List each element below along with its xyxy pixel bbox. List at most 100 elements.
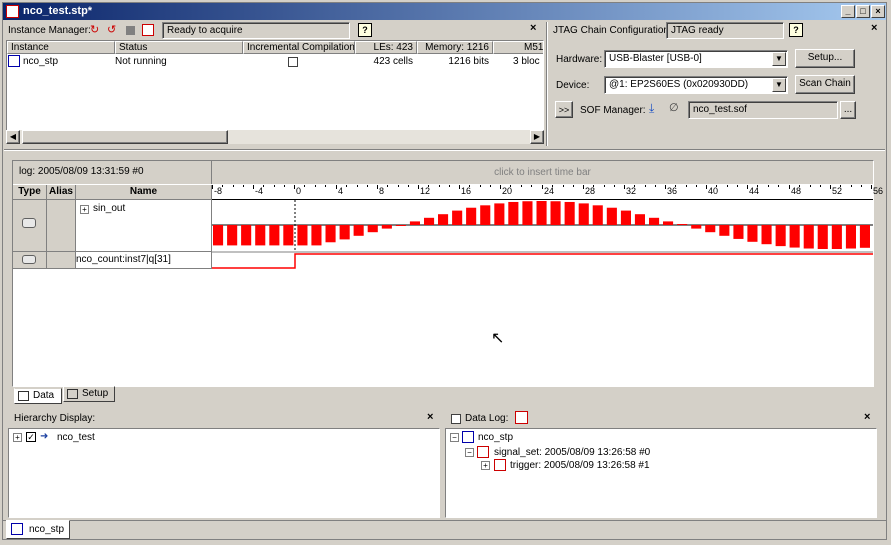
expand-node-icon[interactable]: + [13, 433, 22, 442]
chevron-down-icon[interactable]: ▼ [772, 52, 786, 66]
row-memory: 1216 bits [448, 56, 489, 67]
hardware-label: Hardware: [556, 54, 603, 65]
setup-button[interactable]: Setup... [795, 49, 855, 68]
signal-row-sin-out[interactable]: + sin_out [76, 200, 212, 252]
ruler-tick-label: 56 [873, 186, 884, 196]
waveform-sample-bar [761, 225, 772, 245]
ruler-tick [665, 185, 666, 189]
ruler-tick-label: 24 [544, 186, 555, 196]
help-icon[interactable]: ? [358, 23, 372, 37]
hierarchy-title: Hierarchy Display: [14, 413, 96, 424]
scroll-right-button[interactable]: ▶ [530, 130, 544, 144]
col-memory[interactable]: Memory: 1216 [417, 41, 493, 54]
chevron-down-icon[interactable]: ▼ [772, 78, 786, 92]
autorun-analysis-icon[interactable]: ↺ [107, 24, 119, 36]
log-item-trigger[interactable]: trigger: 2005/08/09 13:26:58 #1 [510, 460, 650, 472]
row-status: Not running [115, 56, 167, 67]
device-select[interactable]: @1: EP2S60ES (0x020930DD) ▼ [604, 76, 788, 94]
ruler-minor-tick [408, 185, 409, 187]
ruler-minor-tick [757, 185, 758, 187]
hierarchy-root[interactable]: nco_test [57, 432, 95, 444]
scroll-thumb[interactable] [22, 130, 228, 144]
log-item-signal-set[interactable]: signal_set: 2005/08/09 13:26:58 #0 [494, 447, 650, 459]
ruler-minor-tick [552, 185, 553, 187]
log-item-instance[interactable]: nco_stp [478, 432, 513, 444]
waveform-sample-bar [297, 225, 308, 246]
col-instance[interactable]: Instance [7, 41, 115, 54]
device-label: Device: [556, 80, 590, 91]
instance-scrollbar[interactable]: ◀ ▶ [6, 130, 544, 144]
ruler-minor-tick [449, 185, 450, 187]
read-data-icon[interactable] [142, 24, 154, 36]
collapse-node-icon[interactable]: − [450, 433, 459, 442]
ruler-tick-label: 36 [667, 186, 678, 196]
incremental-checkbox[interactable] [288, 57, 298, 67]
col-name[interactable]: Name [76, 185, 212, 200]
instance-icon [462, 431, 474, 443]
col-les[interactable]: LEs: 423 [355, 41, 417, 54]
expand-node-icon[interactable]: + [481, 461, 490, 470]
waveform-canvas[interactable] [212, 200, 873, 270]
col-alias[interactable]: Alias [47, 185, 76, 200]
data-log-options-icon[interactable] [515, 411, 528, 424]
attach-file-icon[interactable]: ∅ [669, 101, 679, 115]
stop-analysis-icon[interactable] [126, 26, 135, 35]
instance-manager-close-icon[interactable]: × [530, 22, 536, 34]
waveform-sample-bar [859, 225, 870, 248]
waveform-sample-bar [409, 221, 420, 225]
table-row[interactable]: nco_stp Not running 423 cells 1216 bits … [7, 55, 543, 68]
instance-icon [11, 523, 23, 535]
ruler-minor-tick [346, 185, 347, 187]
ruler-minor-tick [686, 185, 687, 187]
time-bar-area[interactable]: click to insert time bar [212, 161, 873, 184]
hardware-select[interactable]: USB-Blaster [USB-0] ▼ [604, 50, 788, 68]
node-checkbox[interactable]: ✓ [26, 432, 36, 442]
tab-setup[interactable]: Setup [63, 386, 115, 402]
ruler-tick-label: 16 [461, 186, 472, 196]
ruler-minor-tick [634, 185, 635, 187]
waveform-sample-bar [831, 225, 842, 249]
scroll-left-button[interactable]: ◀ [6, 130, 20, 144]
close-button[interactable]: × [871, 5, 885, 18]
waveform-sample-bar [353, 225, 364, 236]
tab-data[interactable]: Data [14, 388, 62, 404]
jtag-close-icon[interactable]: × [871, 22, 877, 34]
hierarchy-close-icon[interactable]: × [427, 411, 433, 423]
expand-bus-icon[interactable]: + [80, 205, 89, 214]
data-log-close-icon[interactable]: × [864, 411, 870, 423]
data-tab-icon [18, 391, 29, 401]
ruler-minor-tick [387, 185, 388, 187]
run-analysis-icon[interactable]: ↻ [90, 24, 102, 36]
waveform-sample-bar [845, 225, 856, 249]
scan-chain-button[interactable]: Scan Chain [795, 75, 855, 94]
sof-file-field[interactable]: nco_test.sof [688, 101, 838, 119]
count-alias [47, 252, 76, 269]
ruler-minor-tick [645, 185, 646, 187]
ruler-minor-tick [778, 185, 779, 187]
col-status[interactable]: Status [115, 41, 243, 54]
window-title: nco_test.stp* [23, 5, 93, 17]
ruler-minor-tick [851, 185, 852, 187]
data-log-checkbox[interactable] [451, 414, 461, 424]
col-type[interactable]: Type [13, 185, 47, 200]
horizontal-splitter[interactable] [4, 149, 885, 151]
waveform-sample-bar [466, 207, 477, 225]
waveform-sample-bar [255, 225, 266, 246]
program-device-icon[interactable]: ⤓ [649, 101, 661, 115]
vertical-splitter[interactable] [546, 22, 548, 146]
time-ruler[interactable]: -8 -4 0 4 8 12 16 20 24 28 32 36 40 44 48 52 56 [212, 185, 883, 200]
signal-row-count[interactable]: nco_count:inst7|q[31] [76, 252, 212, 269]
maximize-button[interactable]: □ [856, 5, 870, 18]
jtag-help-icon[interactable]: ? [789, 23, 803, 37]
col-m512[interactable]: M512 [493, 41, 543, 54]
collapse-node-icon[interactable]: − [465, 448, 474, 457]
browse-button[interactable]: ... [840, 101, 856, 119]
expand-button[interactable]: >> [555, 101, 573, 118]
waveform-sample-bar [677, 224, 688, 225]
waveform-sample-bar [803, 225, 814, 249]
col-incremental[interactable]: Incremental Compilation [243, 41, 355, 54]
ruler-minor-tick [398, 185, 399, 187]
instance-tab[interactable]: nco_stp [6, 520, 70, 539]
minimize-button[interactable]: _ [841, 5, 855, 18]
ruler-minor-tick [325, 185, 326, 187]
